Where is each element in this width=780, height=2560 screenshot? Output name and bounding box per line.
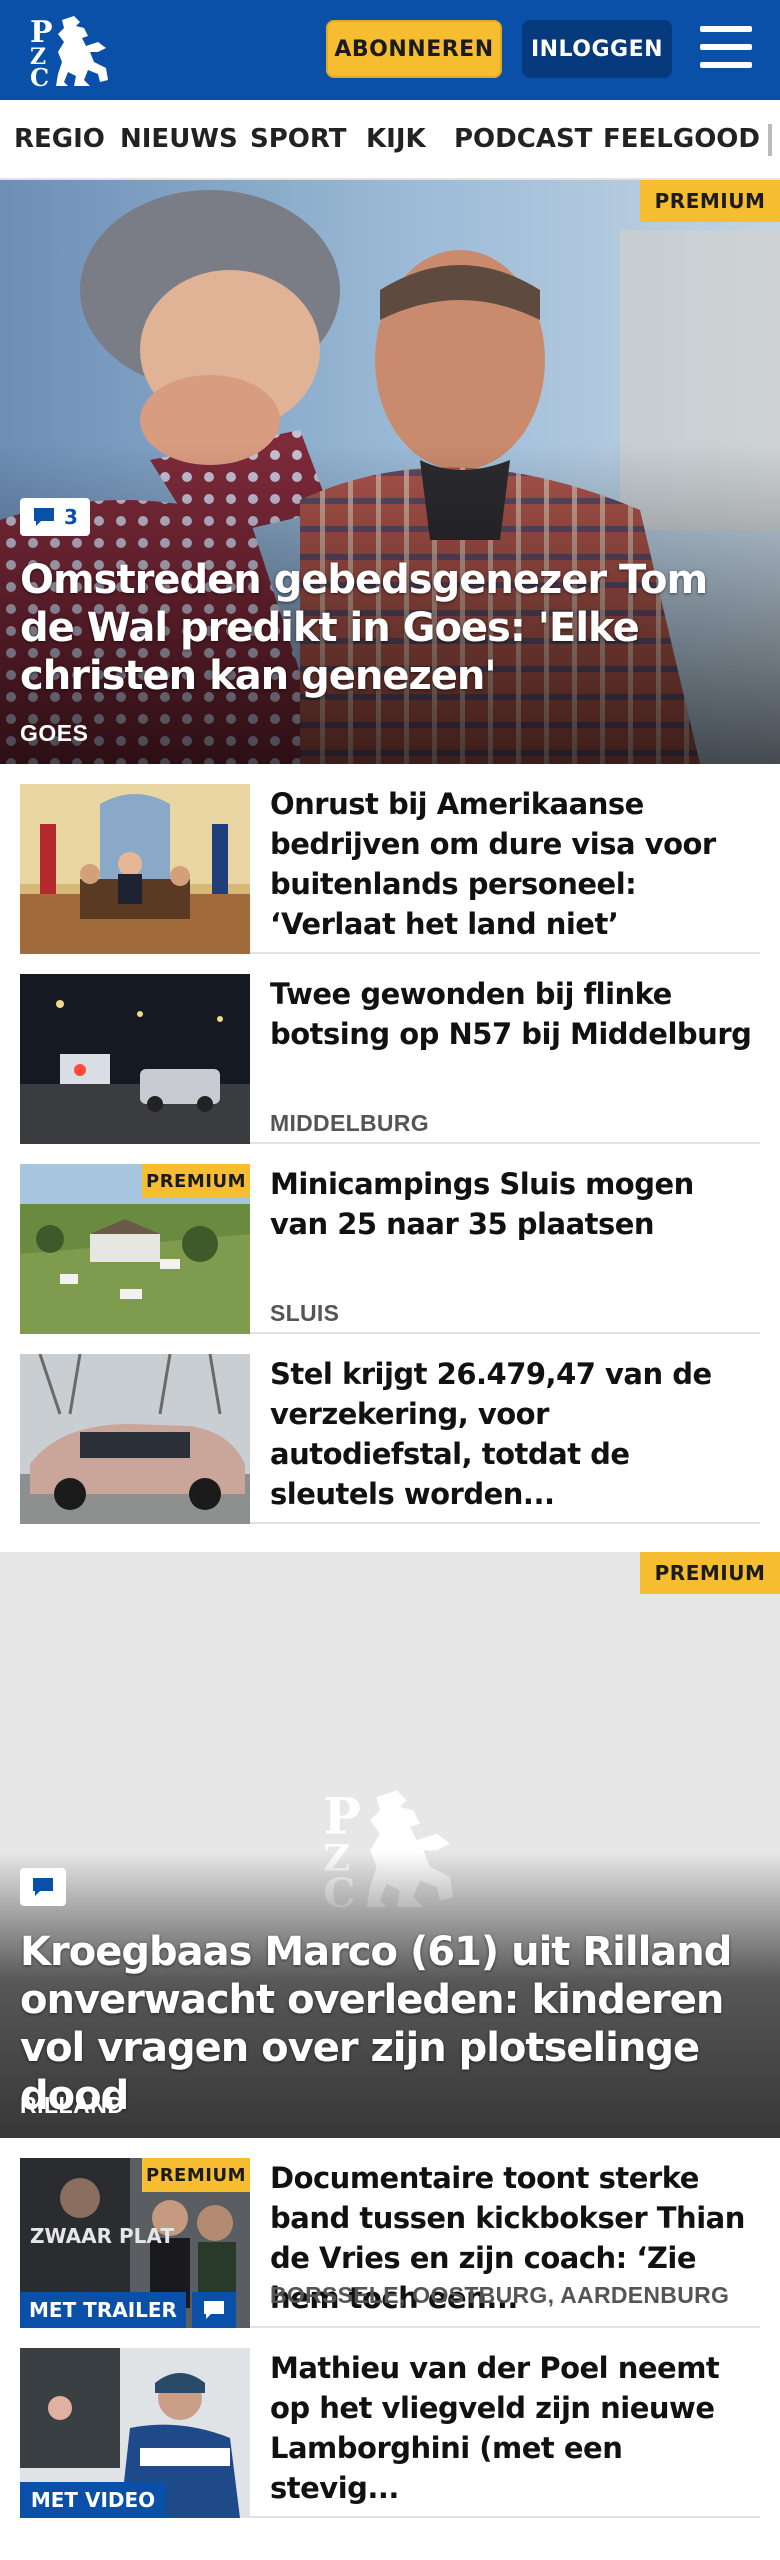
nav-item-nieuws[interactable]: NIEUWS <box>120 124 238 154</box>
hamburger-menu-icon[interactable] <box>700 24 752 72</box>
article-title[interactable]: Minicampings Sluis mogen van 25 naar 35 … <box>270 1164 760 1244</box>
hero-title[interactable]: Kroegbaas Marco (61) uit Rilland onverwa… <box>20 1928 765 2120</box>
site-header: P Z C ABONNEREN INLOGGEN <box>0 0 780 100</box>
article-title[interactable]: Twee gewonden bij flinke botsing op N57 … <box>270 974 760 1054</box>
article-location: MIDDELBURG <box>270 1110 429 1136</box>
premium-badge: PREMIUM <box>142 2158 250 2192</box>
list-item[interactable]: PREMIUM Minicampings Sluis mogen van 25 … <box>20 1144 760 1334</box>
hero-article[interactable]: PREMIUM 3 Omstreden gebedsgenezer Tom de… <box>0 180 780 764</box>
nav-overflow-hint <box>768 124 772 156</box>
list-item[interactable]: Onrust bij Amerikaanse bedrijven om dure… <box>20 764 760 954</box>
article-thumbnail <box>20 974 250 1144</box>
article-title[interactable]: Onrust bij Amerikaanse bedrijven om dure… <box>270 784 760 944</box>
article-thumbnail <box>20 784 250 954</box>
nav-item-podcast[interactable]: PODCAST <box>454 124 592 154</box>
trailer-tag[interactable]: MET TRAILER <box>20 2292 186 2328</box>
premium-badge: PREMIUM <box>640 180 780 222</box>
article-title[interactable]: Stel krijgt 26.479,47 van de verzekering… <box>270 1354 760 1514</box>
nav-item-regio[interactable]: REGIO <box>14 124 105 154</box>
list-item[interactable]: Stel krijgt 26.479,47 van de verzekering… <box>20 1334 760 1524</box>
hero-location: RILLAND <box>20 2092 125 2118</box>
section-nav: REGIO NIEUWS SPORT KIJK PODCAST FEELGOOD <box>0 100 780 180</box>
list-item[interactable]: MET VIDEO Mathieu van der Poel neemt op … <box>20 2328 760 2518</box>
hero-title[interactable]: Omstreden gebedsgenezer Tom de Wal predi… <box>20 556 765 700</box>
comment-count-badge[interactable]: 3 <box>20 498 90 536</box>
subscribe-button[interactable]: ABONNEREN <box>326 20 502 78</box>
comment-icon <box>204 2301 224 2319</box>
list-item[interactable]: Twee gewonden bij flinke botsing op N57 … <box>20 954 760 1144</box>
list-item[interactable]: ZWAAR PLAT PREMIUM MET TRAILER Documenta… <box>20 2138 760 2328</box>
hero-location: GOES <box>20 720 89 746</box>
premium-badge: PREMIUM <box>640 1552 780 1594</box>
nav-item-sport[interactable]: SPORT <box>250 124 346 154</box>
nav-item-feelgood[interactable]: FEELGOOD <box>603 124 760 154</box>
nav-item-kijk[interactable]: KIJK <box>366 124 426 154</box>
documentary-title-text: ZWAAR PLAT <box>30 2224 174 2248</box>
comment-count: 3 <box>64 505 78 529</box>
pzc-logo[interactable]: P Z C <box>28 12 112 88</box>
comment-tag[interactable] <box>192 2292 236 2328</box>
login-button[interactable]: INLOGGEN <box>522 20 672 78</box>
svg-text:C: C <box>30 63 49 88</box>
hero-article[interactable]: P Z C PREMIUM Kroegbaas Marco (61) uit R… <box>0 1552 780 2138</box>
article-thumbnail <box>20 1354 250 1524</box>
article-location: SLUIS <box>270 1300 340 1326</box>
comment-badge[interactable] <box>20 1868 66 1906</box>
article-location: BORSSELE, OOSTBURG, AARDENBURG <box>270 2282 730 2308</box>
comment-icon <box>34 508 55 526</box>
premium-badge: PREMIUM <box>142 1164 250 1198</box>
article-title[interactable]: Mathieu van der Poel neemt op het vliegv… <box>270 2348 760 2508</box>
comment-icon <box>33 1878 53 1896</box>
video-tag[interactable]: MET VIDEO <box>20 2482 166 2518</box>
